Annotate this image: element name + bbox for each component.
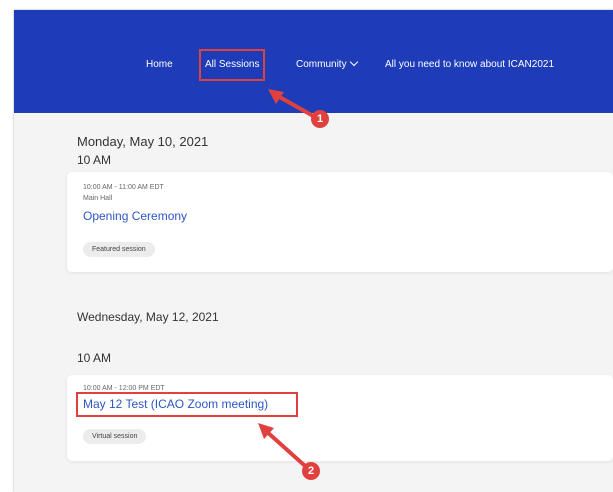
nav-home-link[interactable]: Home xyxy=(146,58,173,72)
session-time: 10:00 AM - 11:00 AM EDT xyxy=(83,184,164,191)
session-card[interactable]: 10:00 AM - 12:00 PM EDT May 12 Test (ICA… xyxy=(67,375,613,461)
step-2-badge: 2 xyxy=(302,462,320,480)
session-location: Main Hall xyxy=(83,195,113,202)
browser-page: Home All Sessions Community All you need… xyxy=(14,10,613,492)
session-tag: Virtual session xyxy=(83,429,147,444)
session-time: 10:00 AM - 12:00 PM EDT xyxy=(83,385,165,392)
time-slot-heading: 10 AM xyxy=(77,351,112,365)
nav-community-label: Community xyxy=(296,59,347,70)
time-slot-heading: 10 AM xyxy=(77,153,112,167)
nav-about-link[interactable]: All you need to know about ICAN2021 xyxy=(385,58,554,72)
session-tag: Featured session xyxy=(83,242,155,257)
session-title-annotation-box xyxy=(76,392,298,417)
session-card[interactable]: 10:00 AM - 11:00 AM EDT Main Hall Openin… xyxy=(67,172,613,272)
step-1-badge: 1 xyxy=(311,110,329,128)
session-title-link[interactable]: Opening Ceremony xyxy=(83,209,187,223)
day-heading: Wednesday, May 12, 2021 xyxy=(77,310,219,324)
day-heading: Monday, May 10, 2021 xyxy=(77,134,209,149)
nav-community-menu[interactable]: Community xyxy=(296,57,358,72)
top-navigation-bar: Home All Sessions Community All you need… xyxy=(14,10,613,113)
chevron-down-icon xyxy=(349,57,358,67)
all-sessions-annotation-box xyxy=(199,49,265,81)
